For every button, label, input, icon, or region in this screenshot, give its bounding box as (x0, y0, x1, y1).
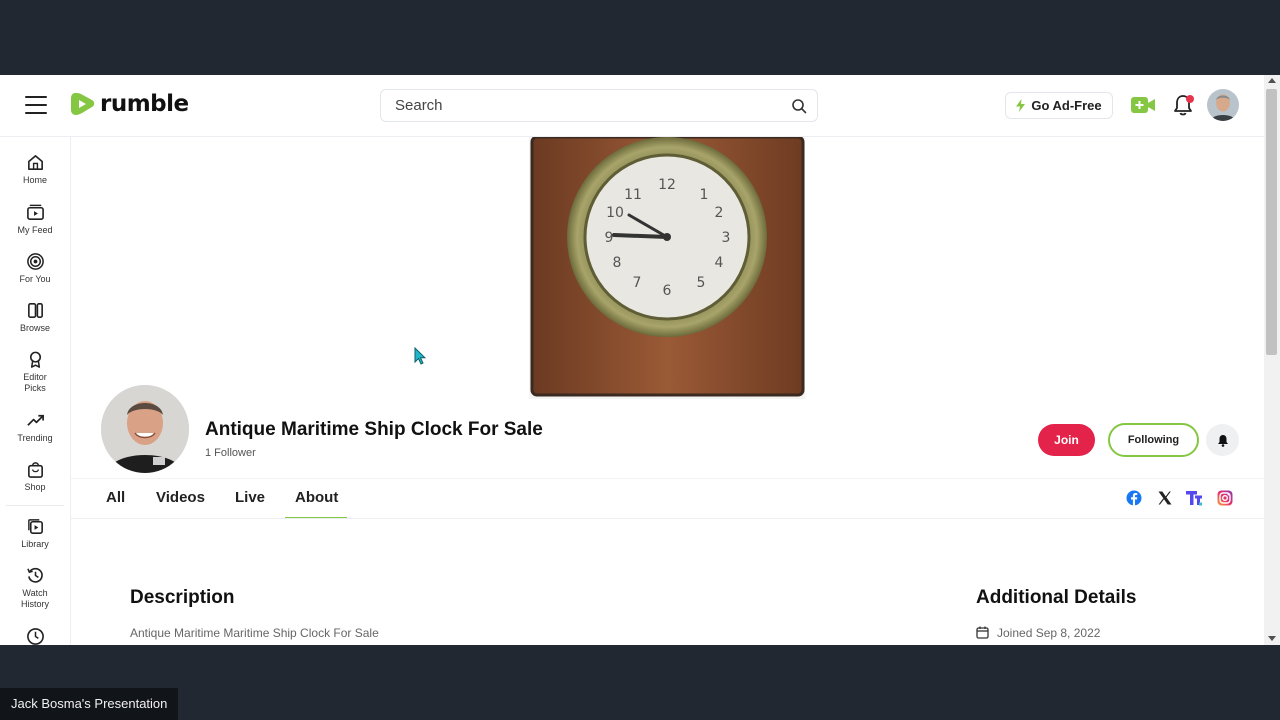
rumble-logo[interactable]: rumble (70, 90, 189, 118)
channel-notifications-button[interactable] (1206, 424, 1239, 456)
scrollbar-thumb[interactable] (1266, 89, 1277, 355)
svg-text:7: 7 (633, 275, 642, 291)
screen-share-frame: rumble Go Ad-Free (0, 0, 1280, 720)
tabs-top-divider (71, 478, 1264, 479)
rumble-logo-icon (71, 93, 95, 115)
left-sidebar: Home My Feed For You Browse Editor Picks… (0, 137, 71, 645)
sidebar-divider (6, 505, 64, 506)
scroll-up-arrow-icon[interactable] (1268, 78, 1276, 83)
top-navigation-bar: rumble Go Ad-Free (0, 75, 1264, 137)
sidebar-label: Shop (24, 482, 46, 492)
facebook-icon[interactable] (1126, 490, 1142, 506)
sidebar-item-editor-picks[interactable]: Editor Picks (0, 350, 70, 394)
sidebar-item-watch-later[interactable] (0, 627, 70, 645)
bell-icon (1217, 434, 1228, 447)
follower-count: 1 Follower (205, 447, 256, 459)
user-avatar[interactable] (1207, 89, 1239, 121)
feed-icon (26, 204, 44, 220)
sidebar-label: My Feed (17, 225, 53, 235)
sidebar-item-shop[interactable]: Shop (0, 460, 70, 493)
page-scrollbar[interactable] (1264, 75, 1280, 645)
channel-avatar[interactable] (101, 385, 189, 473)
sidebar-item-trending[interactable]: Trending (0, 411, 70, 444)
sidebar-label: Trending (17, 433, 53, 443)
search-icon[interactable] (791, 98, 807, 114)
calendar-icon (976, 626, 989, 639)
sidebar-item-browse[interactable]: Browse (0, 301, 70, 334)
lightning-icon (1016, 99, 1026, 112)
svg-text:4: 4 (715, 255, 724, 271)
trending-icon (26, 414, 44, 426)
menu-icon[interactable] (25, 96, 47, 114)
sidebar-label: For You (19, 274, 51, 284)
svg-text:1: 1 (700, 187, 709, 203)
joined-date: Joined Sep 8, 2022 (997, 626, 1101, 640)
x-twitter-icon[interactable] (1157, 490, 1173, 506)
description-heading: Description (130, 587, 235, 608)
svg-text:6: 6 (663, 283, 672, 299)
svg-text:3: 3 (722, 230, 731, 246)
scroll-down-arrow-icon[interactable] (1268, 636, 1276, 641)
go-ad-free-label: Go Ad-Free (1031, 98, 1102, 113)
mouse-cursor-icon (414, 347, 426, 365)
sidebar-item-watch-history[interactable]: Watch History (0, 566, 70, 610)
notification-badge (1186, 95, 1194, 103)
instagram-icon[interactable] (1217, 490, 1233, 506)
join-button[interactable]: Join (1038, 424, 1095, 456)
sidebar-item-library[interactable]: Library (0, 517, 70, 550)
award-icon (29, 351, 41, 368)
history-icon (26, 567, 43, 583)
sidebar-label: Home (22, 175, 47, 185)
go-ad-free-button[interactable]: Go Ad-Free (1005, 92, 1113, 119)
tabs-divider (71, 518, 1264, 519)
search-box[interactable] (380, 89, 818, 122)
presentation-label: Jack Bosma's Presentation (0, 688, 179, 720)
svg-text:12: 12 (658, 177, 676, 193)
truth-social-icon[interactable] (1186, 490, 1202, 506)
sidebar-item-home[interactable]: Home (0, 153, 70, 186)
svg-text:10: 10 (606, 205, 624, 221)
tab-live[interactable]: Live (235, 489, 265, 506)
svg-text:5: 5 (697, 275, 706, 291)
following-button[interactable]: Following (1108, 423, 1199, 457)
svg-text:11: 11 (624, 187, 642, 203)
svg-text:8: 8 (613, 255, 622, 271)
library-icon (27, 519, 43, 534)
channel-banner-image: 12 1 2 3 45 6 78 9 10 11 (529, 137, 805, 399)
sidebar-label: Browse (19, 323, 50, 333)
additional-details-heading: Additional Details (976, 587, 1137, 608)
sidebar-item-my-feed[interactable]: My Feed (0, 203, 70, 236)
sidebar-label: Watch History (20, 588, 49, 609)
logo-text: rumble (100, 91, 189, 117)
svg-text:9: 9 (605, 230, 614, 246)
browse-icon (27, 303, 43, 318)
tab-about[interactable]: About (295, 489, 338, 506)
shop-icon (27, 462, 43, 478)
home-icon (27, 155, 43, 170)
clock-icon (26, 628, 44, 645)
tab-videos[interactable]: Videos (156, 489, 205, 506)
tab-all[interactable]: All (106, 489, 125, 506)
browser-viewport: rumble Go Ad-Free (0, 75, 1280, 645)
upload-video-icon[interactable] (1130, 95, 1156, 115)
sidebar-item-for-you[interactable]: For You (0, 252, 70, 285)
description-text: Antique Maritime Maritime Ship Clock For… (130, 626, 379, 640)
sidebar-label: Library (21, 539, 49, 549)
search-input[interactable] (395, 97, 775, 114)
sidebar-label: Editor Picks (23, 372, 47, 393)
svg-text:2: 2 (715, 205, 724, 221)
target-icon (26, 253, 44, 270)
channel-title: Antique Maritime Ship Clock For Sale (205, 419, 543, 440)
